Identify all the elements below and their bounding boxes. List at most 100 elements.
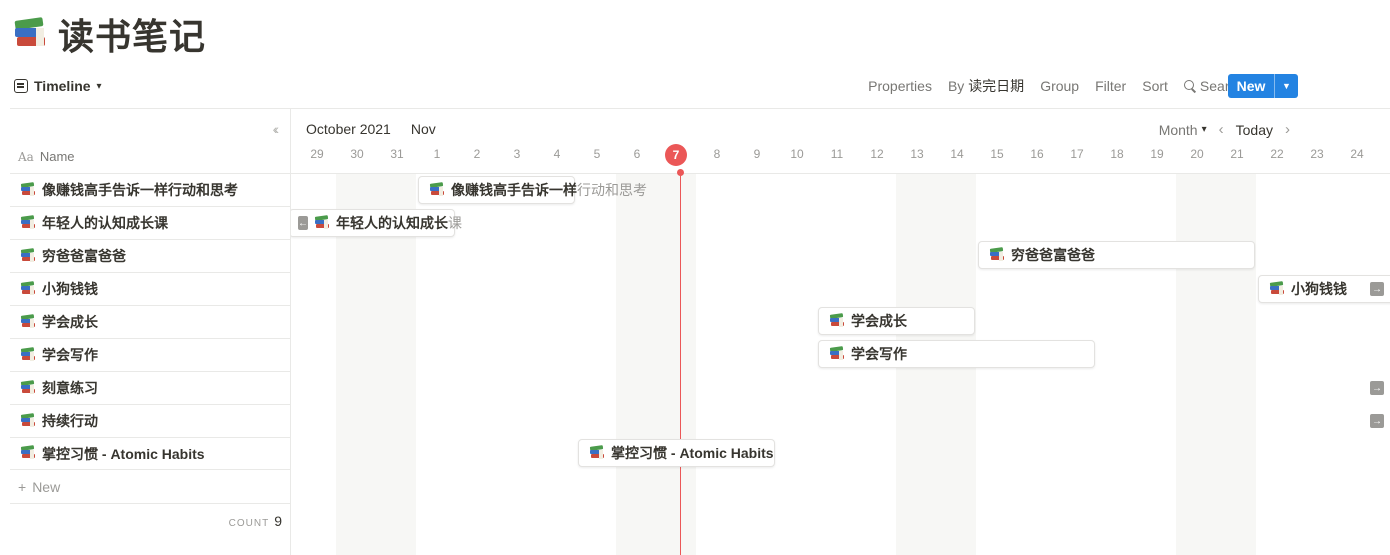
- table-row[interactable]: 穷爸爸富爸爸: [10, 239, 290, 272]
- day-label: 14: [950, 147, 964, 161]
- table-row[interactable]: 学会成长: [10, 305, 290, 338]
- arrow-left-icon[interactable]: ←: [298, 216, 308, 230]
- today-marker: 7: [665, 144, 687, 166]
- properties-button[interactable]: Properties: [860, 78, 940, 94]
- day-label: 23: [1310, 147, 1324, 161]
- books-icon: [20, 214, 36, 231]
- row-title: 掌控习惯 - Atomic Habits: [42, 445, 205, 462]
- books-icon: [1269, 280, 1285, 297]
- arrow-right-icon[interactable]: →: [1370, 381, 1384, 395]
- books-icon: [20, 313, 36, 330]
- timeline-bar[interactable]: 掌控习惯 - Atomic Habits: [578, 439, 775, 467]
- table-row[interactable]: 小狗钱钱: [10, 272, 290, 305]
- table-row[interactable]: 像赚钱高手告诉一样行动和思考: [10, 173, 290, 206]
- table-row[interactable]: 刻意练习: [10, 371, 290, 404]
- books-icon: [20, 280, 36, 297]
- by-field: 读完日期: [968, 78, 1025, 94]
- books-icon: [829, 345, 845, 362]
- timeline-bar[interactable]: ← 年轻人的认知成长课: [291, 209, 462, 237]
- timeline-month-header: October 2021 Nov: [306, 121, 436, 137]
- books-icon: [429, 181, 445, 198]
- day-label: 3: [513, 147, 521, 161]
- day-label: 11: [830, 147, 844, 161]
- timeline-icon: [14, 79, 28, 93]
- timeline-canvas[interactable]: October 2021 Nov Month ▾ ‹ Today › 29 30 …: [291, 109, 1390, 555]
- day-label: 20: [1190, 147, 1204, 161]
- bar-title-visible: 像赚钱高手告诉一样: [451, 182, 577, 198]
- name-header-label: Name: [39, 149, 75, 164]
- row-title: 学会写作: [42, 347, 98, 363]
- add-new-row-button[interactable]: + New: [18, 479, 60, 495]
- day-label: 30: [350, 147, 364, 161]
- table-row[interactable]: 学会写作: [10, 338, 290, 371]
- collapse-table-icon[interactable]: ‹‹: [273, 121, 280, 137]
- day-label: 19: [1150, 147, 1164, 161]
- weekend-column: [616, 174, 696, 555]
- books-icon: [20, 247, 36, 264]
- filter-button[interactable]: Filter: [1087, 78, 1134, 94]
- day-label: 10: [790, 147, 804, 161]
- day-label: 6: [633, 147, 641, 161]
- timeline-bar[interactable]: 穷爸爸富爸爸: [978, 241, 1255, 269]
- arrow-right-icon[interactable]: →: [1370, 282, 1384, 296]
- day-label: 15: [990, 147, 1004, 161]
- books-icon: [20, 346, 36, 363]
- bar-title-overflow: 课: [448, 215, 462, 231]
- day-labels: 29 30 31 1 2 3 4 5 6 8 9 10 11 12 13 14 …: [291, 147, 1390, 165]
- day-label: 8: [713, 147, 721, 161]
- timeline-bar[interactable]: 像赚钱高手告诉一样行动和思考: [418, 176, 647, 204]
- name-column-header[interactable]: Aa Name: [18, 149, 75, 164]
- table-row[interactable]: 年轻人的认知成长课: [10, 206, 290, 239]
- bar-title-visible: 年轻人的认知成长: [336, 215, 448, 231]
- page-header: 读书笔记: [14, 8, 206, 60]
- timeline-by-button[interactable]: By 读完日期: [940, 76, 1032, 96]
- bar-title: 年轻人的认知成长课: [336, 213, 462, 233]
- table-row[interactable]: 持续行动: [10, 404, 290, 437]
- group-button[interactable]: Group: [1032, 78, 1087, 94]
- view-switcher[interactable]: Timeline ▾: [14, 74, 102, 98]
- chevron-down-icon: ▾: [96, 80, 102, 92]
- view-toolbar: Timeline ▾ Properties By 读完日期 Group Filt…: [14, 74, 1390, 100]
- next-period-icon[interactable]: ›: [1285, 121, 1290, 138]
- books-icon: [589, 444, 605, 461]
- new-button[interactable]: New: [1228, 74, 1274, 98]
- books-icon: [20, 181, 36, 198]
- today-button[interactable]: Today: [1236, 122, 1273, 138]
- row-count[interactable]: COUNT 9: [229, 513, 282, 529]
- row-title: 小狗钱钱: [42, 281, 98, 297]
- prev-period-icon[interactable]: ‹: [1219, 121, 1224, 138]
- zoom-select[interactable]: Month ▾: [1159, 122, 1207, 138]
- page-title[interactable]: 读书笔记: [58, 8, 206, 60]
- books-icon[interactable]: [14, 17, 48, 50]
- bar-title-overflow: 行动和思考: [577, 182, 647, 198]
- count-label: COUNT: [228, 518, 270, 529]
- divider: [10, 503, 290, 504]
- chevron-down-icon: ▾: [1201, 124, 1207, 135]
- table-row[interactable]: 掌控习惯 - Atomic Habits: [10, 437, 290, 470]
- sort-button[interactable]: Sort: [1134, 78, 1176, 94]
- today-line-dot: [677, 169, 684, 176]
- month-label: October 2021: [306, 121, 391, 137]
- text-property-icon: Aa: [18, 149, 34, 164]
- books-icon: [20, 412, 36, 429]
- timeline-table: ‹‹ Aa Name 像赚钱高手告诉一样行动和思考 年轻人的认知成长课 穷爸爸富…: [10, 109, 291, 555]
- row-title: 学会成长: [42, 314, 98, 330]
- timeline-bar[interactable]: 学会写作: [818, 340, 1095, 368]
- row-title: 年轻人的认知成长课: [42, 215, 168, 231]
- plus-icon: +: [18, 479, 27, 495]
- row-title: 穷爸爸富爸爸: [42, 248, 126, 264]
- new-button-group: New ▼: [1228, 74, 1298, 98]
- day-label: 5: [593, 147, 601, 161]
- arrow-right-icon[interactable]: →: [1370, 414, 1384, 428]
- table-rows: 像赚钱高手告诉一样行动和思考 年轻人的认知成长课 穷爸爸富爸爸 小狗钱钱 学会成…: [10, 173, 290, 470]
- row-title: 像赚钱高手告诉一样行动和思考: [42, 182, 238, 198]
- timeline-bar[interactable]: 学会成长: [818, 307, 975, 335]
- count-value: 9: [274, 513, 282, 529]
- by-prefix: By: [947, 78, 965, 94]
- zoom-label: Month: [1158, 121, 1198, 138]
- row-title: 刻意练习: [42, 380, 98, 396]
- bar-title: 学会写作: [851, 346, 907, 362]
- books-icon: [20, 445, 36, 461]
- new-dropdown-chevron-icon[interactable]: ▼: [1274, 74, 1298, 98]
- day-label: 16: [1030, 147, 1044, 161]
